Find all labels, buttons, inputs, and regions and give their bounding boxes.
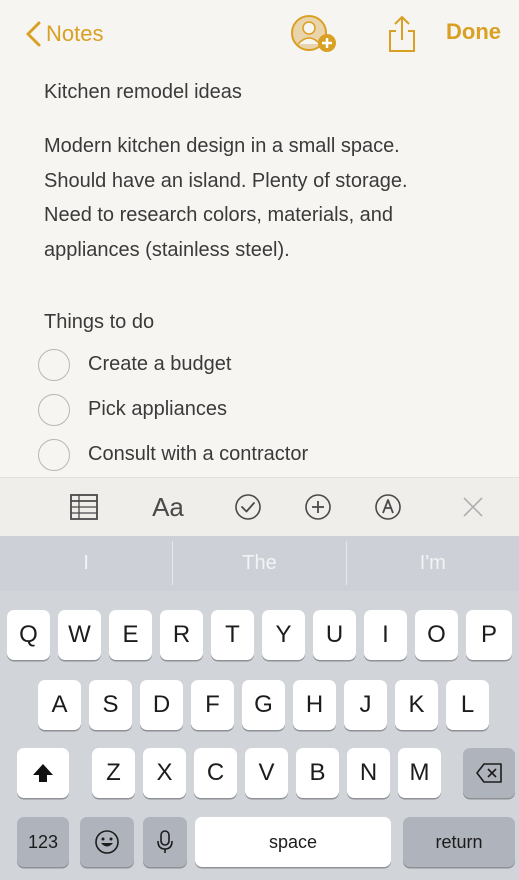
backspace-key[interactable] [463, 748, 515, 798]
key-j[interactable]: J [344, 680, 387, 730]
insert-table-button[interactable] [66, 488, 102, 526]
shift-key[interactable] [17, 748, 69, 798]
checklist: Create a budget Pick appliances Consult … [38, 342, 498, 477]
note-editor[interactable]: Kitchen remodel ideas Modern kitchen des… [44, 72, 504, 267]
checkbox-circle-icon[interactable] [38, 438, 70, 471]
key-w[interactable]: W [58, 610, 101, 660]
key-d[interactable]: D [140, 680, 183, 730]
back-button-label: Notes [46, 21, 104, 46]
add-person-icon [291, 15, 336, 52]
key-k[interactable]: K [395, 680, 438, 730]
keyboard: Q W E R T Y U I O P A S D F G H J K L Z … [0, 591, 519, 880]
share-button[interactable] [387, 14, 417, 54]
checklist-heading: Things to do [44, 311, 155, 333]
key-c[interactable]: C [194, 748, 237, 798]
prediction-suggestion[interactable]: I'm [347, 536, 519, 591]
key-t[interactable]: T [211, 610, 254, 660]
key-z[interactable]: Z [92, 748, 135, 798]
key-v[interactable]: V [245, 748, 288, 798]
markup-pen-icon [375, 494, 401, 520]
key-m[interactable]: M [398, 748, 441, 798]
done-button[interactable]: Done [446, 19, 501, 45]
note-body-line: Should have an island. Plenty of storage… [44, 169, 408, 192]
key-b[interactable]: B [296, 748, 339, 798]
key-h[interactable]: H [293, 680, 336, 730]
emoji-key[interactable] [80, 817, 134, 867]
checklist-item-text[interactable]: Create a budget [88, 353, 231, 376]
checklist-item: Create a budget [38, 342, 498, 387]
dismiss-toolbar-button[interactable] [455, 488, 491, 526]
key-y[interactable]: Y [262, 610, 305, 660]
note-body-line: Need to research colors, materials, and [44, 204, 394, 226]
microphone-icon [157, 830, 173, 853]
table-icon [70, 494, 98, 520]
checklist-item: Pick appliances [38, 387, 498, 432]
return-key[interactable]: return [403, 817, 515, 867]
key-n[interactable]: N [347, 748, 390, 798]
key-u[interactable]: U [313, 610, 356, 660]
checklist-item-text[interactable]: Pick appliances [88, 398, 227, 421]
key-i[interactable]: I [364, 610, 407, 660]
insert-button[interactable] [300, 488, 336, 526]
add-people-button[interactable] [290, 14, 342, 56]
key-r[interactable]: R [160, 610, 203, 660]
checklist-button[interactable] [230, 488, 266, 526]
key-q[interactable]: Q [7, 610, 50, 660]
key-x[interactable]: X [143, 748, 186, 798]
emoji-icon [95, 830, 119, 854]
key-e[interactable]: E [109, 610, 152, 660]
dictation-key[interactable] [143, 817, 187, 867]
share-icon [389, 16, 415, 52]
markup-button[interactable] [370, 488, 406, 526]
back-to-notes-button[interactable]: Notes [24, 18, 103, 50]
key-o[interactable]: O [415, 610, 458, 660]
key-f[interactable]: F [191, 680, 234, 730]
checkbox-circle-icon[interactable] [38, 348, 70, 381]
navigation-bar: Notes Done [0, 0, 519, 66]
key-p[interactable]: P [466, 610, 512, 660]
numbers-key[interactable]: 123 [17, 817, 69, 867]
prediction-suggestion[interactable]: I [0, 536, 172, 591]
add-icon [305, 494, 331, 520]
checkbox-circle-icon[interactable] [38, 393, 70, 426]
chevron-left-icon [26, 21, 41, 47]
space-key[interactable]: space [195, 817, 391, 867]
note-body-line: Modern kitchen design in a small space. [44, 135, 400, 157]
format-toolbar: Aa [0, 477, 519, 536]
close-icon [463, 497, 483, 517]
shift-icon [33, 764, 53, 782]
backspace-icon [476, 763, 502, 783]
checklist-item-text[interactable]: Consult with a contractor [88, 443, 308, 466]
prediction-suggestion[interactable]: The [173, 536, 345, 591]
key-l[interactable]: L [446, 680, 489, 730]
text-style-button[interactable]: Aa [146, 488, 190, 526]
checklist-icon [235, 494, 261, 520]
key-g[interactable]: G [242, 680, 285, 730]
checklist-item: Consult with a contractor [38, 432, 498, 477]
key-s[interactable]: S [89, 680, 132, 730]
predictive-text-bar: I The I'm [0, 536, 519, 591]
key-a[interactable]: A [38, 680, 81, 730]
note-title[interactable]: Kitchen remodel ideas [44, 74, 504, 110]
note-body-line: appliances (stainless steel). [44, 238, 290, 261]
note-body[interactable]: Modern kitchen design in a small space. … [44, 129, 504, 267]
